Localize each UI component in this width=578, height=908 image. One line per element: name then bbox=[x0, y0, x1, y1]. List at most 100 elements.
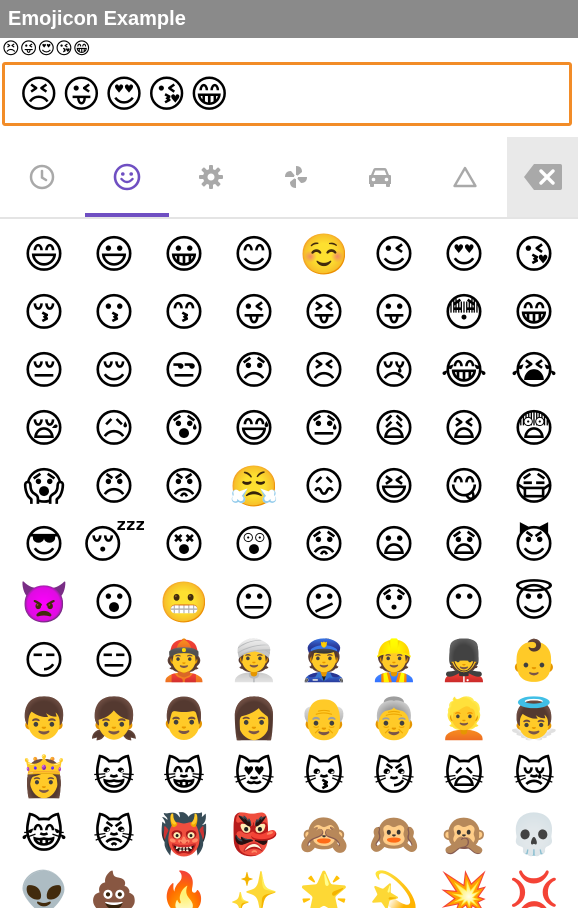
emoji-cell[interactable]: 😇 bbox=[499, 574, 569, 632]
emoji-cell[interactable]: 😙 bbox=[149, 284, 219, 342]
tab-objects[interactable] bbox=[169, 137, 254, 217]
emoji-cell[interactable]: 😕 bbox=[289, 574, 359, 632]
emoji-cell[interactable]: 😍 bbox=[429, 226, 499, 284]
emoji-cell[interactable]: 😾 bbox=[79, 806, 149, 864]
tab-recent[interactable] bbox=[0, 137, 85, 217]
emoji-cell[interactable]: 👹 bbox=[149, 806, 219, 864]
emoji-cell[interactable]: 😱 bbox=[9, 458, 79, 516]
emoji-cell[interactable]: 👸 bbox=[9, 748, 79, 806]
emoji-cell[interactable]: 😵 bbox=[149, 516, 219, 574]
emoji-cell[interactable]: 👶 bbox=[499, 632, 569, 690]
backspace-button[interactable] bbox=[507, 137, 578, 217]
emoji-cell[interactable]: 😏 bbox=[9, 632, 79, 690]
emoji-cell[interactable]: 😒 bbox=[149, 342, 219, 400]
emoji-cell[interactable]: 👴 bbox=[289, 690, 359, 748]
emoji-cell[interactable]: 🙉 bbox=[359, 806, 429, 864]
emoji-cell[interactable]: 😪 bbox=[9, 400, 79, 458]
emoji-cell[interactable]: 👿 bbox=[9, 574, 79, 632]
emoji-cell[interactable]: 😣 bbox=[289, 342, 359, 400]
emoji-cell[interactable]: 😻 bbox=[219, 748, 289, 806]
emoji-cell[interactable]: 😋 bbox=[429, 458, 499, 516]
emoji-cell[interactable]: 😰 bbox=[149, 400, 219, 458]
emoji-cell[interactable]: 😧 bbox=[429, 516, 499, 574]
emoji-cell[interactable]: 👳 bbox=[219, 632, 289, 690]
emoji-cell[interactable]: 😮 bbox=[79, 574, 149, 632]
emoji-cell[interactable]: 😭 bbox=[499, 342, 569, 400]
emoji-cell[interactable]: 🙈 bbox=[289, 806, 359, 864]
emoji-cell[interactable]: 👵 bbox=[359, 690, 429, 748]
emoji-cell[interactable]: 👩 bbox=[219, 690, 289, 748]
emoji-cell[interactable]: 😗 bbox=[79, 284, 149, 342]
emoji-cell[interactable]: 😹 bbox=[9, 806, 79, 864]
emoji-cell[interactable]: 👨 bbox=[149, 690, 219, 748]
emoji-cell[interactable]: 😦 bbox=[359, 516, 429, 574]
emoji-cell[interactable]: 😖 bbox=[289, 458, 359, 516]
emoji-cell[interactable]: 😈 bbox=[499, 516, 569, 574]
emoji-cell[interactable]: 👽 bbox=[9, 864, 79, 908]
emoji-cell[interactable]: 😜 bbox=[219, 284, 289, 342]
emoji-cell[interactable]: 💫 bbox=[359, 864, 429, 908]
emoji-cell[interactable]: 💩 bbox=[79, 864, 149, 908]
emoji-cell[interactable]: ✨ bbox=[219, 864, 289, 908]
emoji-cell[interactable]: 😺 bbox=[79, 748, 149, 806]
emoji-cell[interactable]: 😴 bbox=[79, 516, 149, 574]
emoji-cell[interactable]: 🙊 bbox=[429, 806, 499, 864]
emoji-cell[interactable]: 😸 bbox=[149, 748, 219, 806]
emoji-cell[interactable]: 😥 bbox=[79, 400, 149, 458]
emoji-cell[interactable]: 👷 bbox=[359, 632, 429, 690]
emoji-cell[interactable]: 😁 bbox=[499, 284, 569, 342]
emoji-cell[interactable]: 😬 bbox=[149, 574, 219, 632]
emoji-cell[interactable]: 😽 bbox=[289, 748, 359, 806]
emoji-cell[interactable]: 😨 bbox=[499, 400, 569, 458]
emoji-cell[interactable]: 😶 bbox=[429, 574, 499, 632]
emoji-cell[interactable]: 😀 bbox=[149, 226, 219, 284]
emoji-cell[interactable]: 😠 bbox=[79, 458, 149, 516]
emoji-cell[interactable]: 😐 bbox=[219, 574, 289, 632]
emoji-cell[interactable]: 😫 bbox=[429, 400, 499, 458]
emoji-cell[interactable]: 👱 bbox=[429, 690, 499, 748]
emoji-cell[interactable]: 😉 bbox=[359, 226, 429, 284]
emoji-cell[interactable]: 😃 bbox=[79, 226, 149, 284]
tab-people[interactable] bbox=[84, 137, 170, 217]
emoji-cell[interactable]: 😞 bbox=[219, 342, 289, 400]
emoji-cell[interactable]: 🌟 bbox=[289, 864, 359, 908]
emoji-cell[interactable]: 😤 bbox=[219, 458, 289, 516]
emoji-cell[interactable]: 💢 bbox=[499, 864, 569, 908]
emoji-cell[interactable]: 😛 bbox=[359, 284, 429, 342]
emoji-cell[interactable]: 👲 bbox=[149, 632, 219, 690]
emoji-cell[interactable]: 😿 bbox=[499, 748, 569, 806]
emoji-cell[interactable]: 😢 bbox=[359, 342, 429, 400]
emoji-cell[interactable]: 😎 bbox=[9, 516, 79, 574]
emoji-cell[interactable]: 😡 bbox=[149, 458, 219, 516]
emoji-cell[interactable]: 💥 bbox=[429, 864, 499, 908]
tab-places[interactable] bbox=[338, 137, 423, 217]
emoji-cell[interactable]: 🔥 bbox=[149, 864, 219, 908]
emoji-cell[interactable]: 👺 bbox=[219, 806, 289, 864]
emoji-cell[interactable]: 😯 bbox=[359, 574, 429, 632]
emoji-cell[interactable]: 😑 bbox=[79, 632, 149, 690]
emoji-cell[interactable]: 👮 bbox=[289, 632, 359, 690]
emoji-cell[interactable]: 😌 bbox=[79, 342, 149, 400]
emoji-cell[interactable]: 😘 bbox=[499, 226, 569, 284]
emoji-cell[interactable]: 😳 bbox=[429, 284, 499, 342]
emoji-edit-text[interactable]: 😣😜😍😘😁 bbox=[2, 62, 572, 126]
tab-symbols[interactable] bbox=[423, 137, 508, 217]
emoji-cell[interactable]: 🙀 bbox=[429, 748, 499, 806]
emoji-cell[interactable]: 👦 bbox=[9, 690, 79, 748]
emoji-cell[interactable]: 💂 bbox=[429, 632, 499, 690]
emoji-cell[interactable]: 👧 bbox=[79, 690, 149, 748]
emoji-cell[interactable]: ☺️ bbox=[289, 226, 359, 284]
emoji-cell[interactable]: 😂 bbox=[429, 342, 499, 400]
emoji-cell[interactable]: 😓 bbox=[289, 400, 359, 458]
emoji-cell[interactable]: 😚 bbox=[9, 284, 79, 342]
emoji-cell[interactable]: 😔 bbox=[9, 342, 79, 400]
emoji-cell[interactable]: 😅 bbox=[219, 400, 289, 458]
tab-nature[interactable] bbox=[254, 137, 339, 217]
emoji-cell[interactable]: 😟 bbox=[289, 516, 359, 574]
emoji-cell[interactable]: 😲 bbox=[219, 516, 289, 574]
emoji-cell[interactable]: 😩 bbox=[359, 400, 429, 458]
emoji-cell[interactable]: 😆 bbox=[359, 458, 429, 516]
emoji-cell[interactable]: 😄 bbox=[9, 226, 79, 284]
emoji-cell[interactable]: 😷 bbox=[499, 458, 569, 516]
emoji-cell[interactable]: 😝 bbox=[289, 284, 359, 342]
